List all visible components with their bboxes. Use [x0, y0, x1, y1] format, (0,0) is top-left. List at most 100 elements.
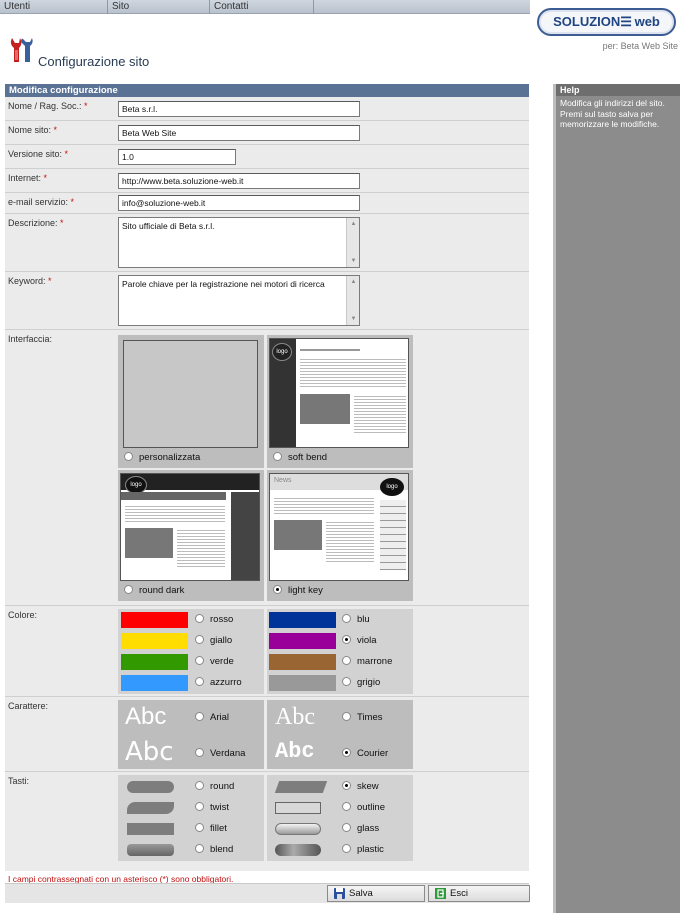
email-field[interactable]: info@soluzione-web.it [118, 195, 360, 211]
option-plastic[interactable]: plastic [342, 844, 384, 856]
nav-item-utenti[interactable]: Utenti [0, 0, 108, 14]
radio-icon[interactable] [195, 802, 204, 811]
thumb-logo: logo [380, 478, 404, 496]
swatch-verde [121, 654, 188, 670]
swatch-azzurro [121, 675, 188, 691]
label-carattere: Carattere: [8, 701, 49, 711]
byline: per: Beta Web Site [602, 41, 678, 51]
radio-icon[interactable] [342, 823, 351, 832]
internet-field[interactable]: http://www.beta.soluzione-web.it [118, 173, 360, 189]
shape-blend [127, 844, 174, 856]
option-fillet[interactable]: fillet [195, 823, 227, 835]
radio-icon[interactable] [195, 712, 204, 721]
nav-item-contatti[interactable]: Contatti [210, 0, 314, 14]
scroll-down-icon[interactable]: ▼ [349, 315, 358, 323]
option-grigio[interactable]: grigio [342, 677, 380, 689]
option-blu[interactable]: blu [342, 614, 370, 626]
option-round[interactable]: round [195, 781, 234, 793]
label-keyword: Keyword: * [8, 276, 52, 286]
row-internet: Internet: * http://www.beta.soluzione-we… [5, 169, 529, 193]
config-form: Nome / Rag. Soc.: * Beta s.r.l. Nome sit… [5, 97, 529, 871]
row-colore: Colore: rosso blu giallo viola verde marrone a… [5, 606, 529, 697]
nome-sito-field[interactable]: Beta Web Site [118, 125, 360, 141]
option-verdana[interactable]: Verdana [195, 748, 245, 760]
save-button[interactable]: Salva [327, 885, 425, 902]
radio-icon[interactable] [342, 677, 351, 686]
radio-icon[interactable] [195, 844, 204, 853]
option-soft-bend[interactable]: soft bend [273, 452, 327, 464]
exit-button[interactable]: Esci [428, 885, 530, 902]
descrizione-text: Sito ufficiale di Beta s.r.l. [122, 221, 215, 231]
keyword-textarea[interactable]: Parole chiave per la registrazione nei m… [118, 275, 360, 326]
label-descrizione: Descrizione: * [8, 218, 64, 228]
scroll-up-icon[interactable]: ▲ [349, 220, 358, 228]
radio-selected-icon[interactable] [342, 781, 351, 790]
logo-text: SOLUZION [553, 14, 621, 29]
row-email: e-mail servizio: * info@soluzione-web.it [5, 193, 529, 214]
exit-label: Esci [450, 888, 468, 899]
descrizione-textarea[interactable]: Sito ufficiale di Beta s.r.l. ▲ ▼ [118, 217, 360, 268]
option-arial[interactable]: Arial [195, 712, 229, 724]
interfaccia-tile-soft-bend[interactable]: logo soft bend [267, 335, 413, 468]
option-azzurro[interactable]: azzurro [195, 677, 242, 689]
radio-icon[interactable] [342, 802, 351, 811]
option-glass[interactable]: glass [342, 823, 379, 835]
option-giallo[interactable]: giallo [195, 635, 232, 647]
radio-icon[interactable] [195, 748, 204, 757]
interfaccia-thumb-empty [123, 340, 258, 448]
option-blend[interactable]: blend [195, 844, 233, 856]
label-colore: Colore: [8, 610, 38, 620]
shape-skew [274, 781, 328, 793]
row-nome: Nome sito: * Beta Web Site [5, 121, 529, 145]
ragsoc-field[interactable]: Beta s.r.l. [118, 101, 360, 117]
radio-icon[interactable] [342, 712, 351, 721]
radio-icon[interactable] [195, 781, 204, 790]
option-verde[interactable]: verde [195, 656, 234, 668]
help-title: Help [556, 84, 680, 96]
thumb-logo: logo [272, 343, 292, 361]
option-light-key[interactable]: light key [273, 585, 323, 597]
option-personalizzata[interactable]: personalizzata [124, 452, 200, 464]
radio-icon[interactable] [124, 452, 133, 461]
radio-icon[interactable] [124, 585, 133, 594]
swatch-grigio [269, 675, 336, 691]
option-viola[interactable]: viola [342, 635, 377, 647]
page: Utenti Sito Contatti SOLUZION☰ web per: … [0, 0, 683, 913]
option-marrone[interactable]: marrone [342, 656, 392, 668]
swatch-rosso [121, 612, 188, 628]
option-skew[interactable]: skew [342, 781, 379, 793]
radio-icon[interactable] [273, 452, 282, 461]
nav-item-sito[interactable]: Sito [108, 0, 210, 14]
radio-icon[interactable] [195, 677, 204, 686]
versione-field[interactable]: 1.0 [118, 149, 236, 165]
option-rosso[interactable]: rosso [195, 614, 233, 626]
descrizione-scrollbar[interactable]: ▲ ▼ [346, 218, 359, 267]
interfaccia-tile-light-key[interactable]: News logo light key [267, 470, 413, 601]
radio-selected-icon[interactable] [273, 585, 282, 594]
radio-icon[interactable] [342, 656, 351, 665]
radio-icon[interactable] [342, 844, 351, 853]
radio-icon[interactable] [342, 614, 351, 623]
page-title: Configurazione sito [38, 54, 150, 69]
radio-icon[interactable] [195, 656, 204, 665]
scroll-up-icon[interactable]: ▲ [349, 278, 358, 286]
option-twist[interactable]: twist [195, 802, 229, 814]
scroll-down-icon[interactable]: ▼ [349, 257, 358, 265]
option-times[interactable]: Times [342, 712, 383, 724]
option-courier[interactable]: Courier [342, 748, 388, 760]
swatch-giallo [121, 633, 188, 649]
exit-icon [435, 888, 446, 899]
interfaccia-tile-round-dark[interactable]: logo round dark [118, 470, 264, 601]
radio-selected-icon[interactable] [342, 748, 351, 757]
keyword-scrollbar[interactable]: ▲ ▼ [346, 276, 359, 325]
radio-icon[interactable] [195, 635, 204, 644]
radio-icon[interactable] [195, 614, 204, 623]
interfaccia-tile-personalizzata[interactable]: personalizzata [118, 335, 264, 468]
radio-icon[interactable] [195, 823, 204, 832]
option-round-dark[interactable]: round dark [124, 585, 184, 597]
radio-selected-icon[interactable] [342, 635, 351, 644]
option-outline[interactable]: outline [342, 802, 385, 814]
shape-outline [275, 802, 321, 814]
row-versione: Versione sito: * 1.0 [5, 145, 529, 169]
swatch-blu [269, 612, 336, 628]
